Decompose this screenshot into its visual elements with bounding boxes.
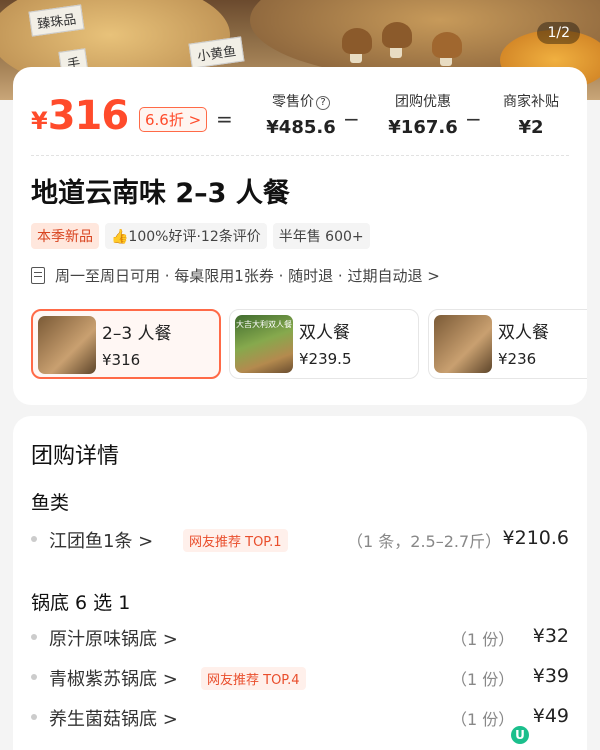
minus-sign: − bbox=[465, 107, 482, 131]
item-name: 原汁原味锅底 > bbox=[49, 629, 178, 650]
retail-price[interactable]: 零售价? ¥485.6 bbox=[251, 91, 351, 138]
package-thumbnail bbox=[38, 316, 96, 374]
package-option[interactable]: 双人餐 ¥236 bbox=[428, 309, 587, 379]
merchant-label: 商家补贴 bbox=[503, 94, 559, 110]
usage-rules[interactable]: 周一至周日可用 · 每桌限用1张券 · 随时退 · 过期自动退 > bbox=[31, 265, 440, 286]
item-quantity: （1 条，2.5–2.7斤） bbox=[347, 532, 502, 551]
divider bbox=[31, 155, 569, 156]
package-price: ¥236 bbox=[498, 350, 537, 368]
section-fish: 鱼类 bbox=[31, 492, 70, 514]
bullet bbox=[31, 714, 37, 720]
package-price: ¥239.5 bbox=[299, 350, 352, 368]
retail-label: 零售价 bbox=[272, 94, 314, 110]
item-quantity: （1 份） bbox=[451, 630, 515, 649]
thumbnail-caption: 大吉大利双人餐 bbox=[236, 320, 292, 329]
price-breakdown: ¥316 6.6折 > = 零售价? ¥485.6 − 团购优惠 ¥167.6 … bbox=[13, 67, 587, 155]
item-price: ¥210.6 bbox=[502, 527, 569, 549]
page-indicator: 1/2 bbox=[537, 22, 580, 44]
item-name: 养生菌菇锅底 > bbox=[49, 709, 178, 730]
package-option[interactable]: 大吉大利双人餐 双人餐 ¥239.5 bbox=[229, 309, 419, 379]
rating-badge[interactable]: 👍100%好评·12条评价 bbox=[105, 223, 267, 249]
group-label: 团购优惠 bbox=[395, 94, 451, 110]
item-quantity: （1 份） bbox=[451, 710, 515, 729]
package-selector: 2–3 人餐 ¥316 大吉大利双人餐 双人餐 ¥239.5 双人餐 ¥236 bbox=[31, 309, 587, 381]
bullet bbox=[31, 634, 37, 640]
bullet bbox=[31, 536, 37, 542]
package-option[interactable]: 2–3 人餐 ¥316 bbox=[31, 309, 221, 379]
group-discount: 团购优惠 ¥167.6 bbox=[373, 91, 473, 138]
merchant-subsidy: 商家补贴 ¥2 bbox=[491, 91, 571, 138]
package-price: ¥316 bbox=[102, 351, 141, 369]
package-name: 双人餐 bbox=[498, 323, 549, 343]
info-icon[interactable]: ? bbox=[316, 96, 330, 110]
section-pot-base: 锅底 6 选 1 bbox=[31, 592, 131, 614]
deal-price: ¥316 bbox=[31, 93, 129, 139]
group-value: ¥167.6 bbox=[388, 117, 458, 138]
item-price: ¥39 bbox=[532, 665, 569, 687]
recommend-tag: 网友推荐 TOP.1 bbox=[183, 529, 288, 552]
document-icon bbox=[31, 267, 45, 284]
detail-heading: 团购详情 bbox=[31, 444, 120, 469]
equals-sign: = bbox=[216, 107, 233, 131]
menu-item[interactable]: 原汁原味锅底 > （1 份） ¥32 bbox=[31, 622, 569, 652]
menu-item[interactable]: 养生菌菇锅底 > （1 份） ¥49 bbox=[31, 702, 569, 732]
group-detail-card: 团购详情 鱼类 江团鱼1条 > 网友推荐 TOP.1 （1 条，2.5–2.7斤… bbox=[13, 416, 587, 750]
merchant-value: ¥2 bbox=[518, 117, 544, 138]
new-season-badge: 本季新品 bbox=[31, 223, 99, 249]
item-price: ¥32 bbox=[532, 625, 569, 647]
usage-rules-text: 周一至周日可用 · 每桌限用1张券 · 随时退 · 过期自动退 > bbox=[55, 267, 440, 285]
minus-sign: − bbox=[343, 107, 360, 131]
mushroom-image bbox=[342, 28, 372, 54]
bullet bbox=[31, 674, 37, 680]
deal-title: 地道云南味 2–3 人餐 bbox=[31, 178, 290, 209]
float-badge-icon[interactable]: U bbox=[511, 726, 529, 744]
package-name: 双人餐 bbox=[299, 323, 350, 343]
item-quantity: （1 份） bbox=[451, 670, 515, 689]
deal-card: ¥316 6.6折 > = 零售价? ¥485.6 − 团购优惠 ¥167.6 … bbox=[13, 67, 587, 405]
badge-row: 本季新品 👍100%好评·12条评价 半年售 600+ bbox=[31, 223, 370, 249]
package-thumbnail bbox=[434, 315, 492, 373]
item-name: 江团鱼1条 > bbox=[49, 531, 154, 552]
recommend-tag: 网友推荐 TOP.4 bbox=[201, 667, 306, 690]
mushroom-image bbox=[432, 32, 462, 58]
menu-item[interactable]: 青椒紫苏锅底 > 网友推荐 TOP.4 （1 份） ¥39 bbox=[31, 662, 569, 692]
discount-badge[interactable]: 6.6折 > bbox=[139, 107, 208, 132]
mushroom-image bbox=[382, 22, 412, 48]
currency-symbol: ¥ bbox=[31, 107, 48, 135]
package-thumbnail: 大吉大利双人餐 bbox=[235, 315, 293, 373]
price-amount: 316 bbox=[47, 93, 129, 139]
sales-badge: 半年售 600+ bbox=[272, 223, 370, 249]
package-name: 2–3 人餐 bbox=[102, 324, 172, 344]
retail-value: ¥485.6 bbox=[266, 117, 336, 138]
menu-item[interactable]: 江团鱼1条 > 网友推荐 TOP.1 （1 条，2.5–2.7斤） ¥210.6 bbox=[31, 524, 569, 554]
item-name: 青椒紫苏锅底 > bbox=[49, 669, 178, 690]
item-price: ¥49 bbox=[532, 705, 569, 727]
